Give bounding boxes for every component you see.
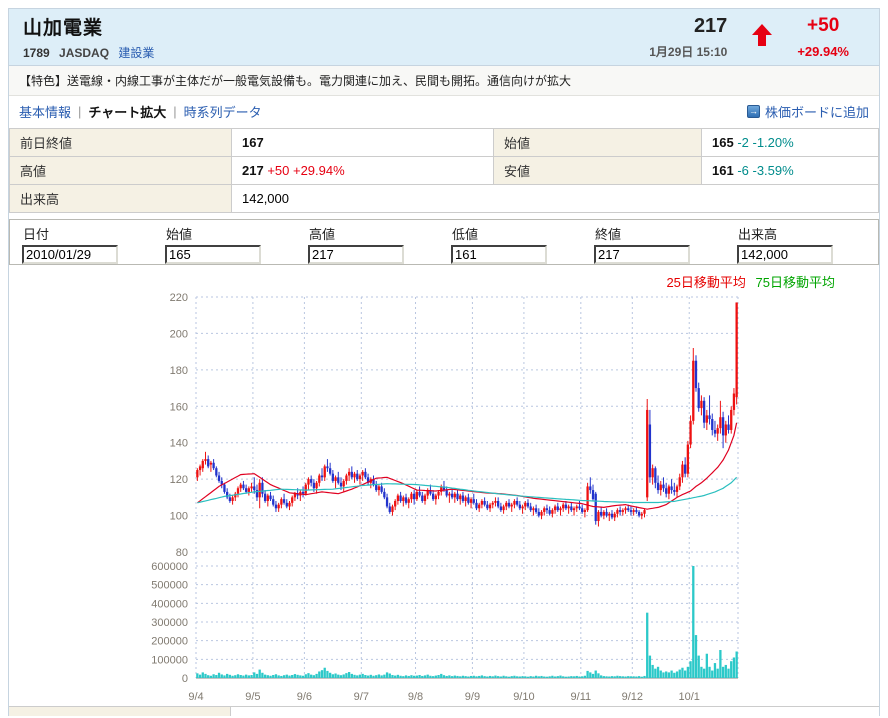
svg-text:9/8: 9/8 — [408, 691, 423, 703]
close-input[interactable] — [594, 245, 690, 264]
candlestick-chart-canvas: 220 200 180 160 140 120 100 80 600000 500000 40000… — [9, 265, 879, 706]
svg-text:9/12: 9/12 — [622, 691, 643, 703]
svg-text:9/4: 9/4 — [188, 691, 203, 703]
price-change: +50 — [797, 15, 849, 37]
high-input[interactable] — [308, 245, 404, 264]
market-name: JASDAQ — [59, 46, 109, 60]
open-input[interactable] — [165, 245, 261, 264]
date-input[interactable] — [22, 245, 118, 264]
svg-text:100000: 100000 — [151, 654, 188, 666]
high-label: 高値 — [10, 157, 232, 185]
up-arrow-icon — [745, 23, 779, 52]
prev-close-value: 167 — [242, 135, 264, 150]
svg-text:500000: 500000 — [151, 580, 188, 592]
table-row: 出来高 142,000 — [10, 185, 879, 213]
svg-text:80: 80 — [176, 547, 188, 559]
tab-chart-expand[interactable]: チャート拡大 — [88, 102, 166, 121]
volume-label: 出来高 — [10, 185, 232, 213]
high-value: 217 — [242, 163, 264, 178]
svg-text:160: 160 — [170, 401, 188, 413]
page-container: 山加電業 1789 JASDAQ 建設業 217 1月29日 15:10 +50… — [8, 8, 880, 716]
svg-text:9/10: 9/10 — [513, 691, 534, 703]
svg-text:200000: 200000 — [151, 636, 188, 648]
svg-text:9/6: 9/6 — [297, 691, 312, 703]
quote-table: 前日終値 167 始値 165 -2 -1.20% 高値 217 +50 +29… — [9, 128, 879, 213]
add-to-board-button[interactable]: → 株価ボードに追加 — [747, 102, 869, 121]
svg-text:140: 140 — [170, 438, 188, 450]
ohlc-entry-strip: 日付 始値 高値 低値 終値 出来高 — [9, 219, 879, 265]
date-column-label: 日付 — [23, 224, 152, 243]
entry-col-date: 日付 — [22, 224, 152, 264]
svg-text:100: 100 — [170, 511, 188, 523]
stock-header: 山加電業 1789 JASDAQ 建設業 217 1月29日 15:10 +50… — [9, 8, 879, 66]
low-change: -6 -3.59% — [734, 163, 794, 178]
svg-text:180: 180 — [170, 365, 188, 377]
open-label: 始値 — [494, 129, 702, 157]
tab-timeseries[interactable]: 時系列データ — [184, 102, 262, 121]
low-value: 161 — [712, 163, 734, 178]
low-column-label: 低値 — [452, 224, 581, 243]
svg-text:220: 220 — [170, 292, 188, 304]
stock-code: 1789 — [23, 46, 50, 60]
volume-input[interactable] — [737, 245, 833, 264]
quote-datetime: 1月29日 15:10 — [649, 43, 727, 60]
open-column-label: 始値 — [166, 224, 295, 243]
low-input[interactable] — [451, 245, 547, 264]
svg-text:9/11: 9/11 — [571, 691, 592, 703]
current-price: 217 — [649, 15, 727, 38]
stock-identity: 山加電業 1789 JASDAQ 建設業 — [23, 13, 649, 61]
low-label: 安値 — [494, 157, 702, 185]
price-change-percent: +29.94% — [797, 44, 849, 59]
add-to-board-label: 株価ボードに追加 — [765, 102, 869, 121]
svg-text:200: 200 — [170, 328, 188, 340]
entry-col-open: 始値 — [165, 224, 295, 264]
entry-col-volume: 出来高 — [737, 224, 867, 264]
entry-col-close: 終値 — [594, 224, 724, 264]
svg-text:400000: 400000 — [151, 598, 188, 610]
tab-separator: | — [173, 104, 176, 119]
stock-chart: 25日移動平均 75日移動平均 220200180160140120100806… — [9, 265, 879, 706]
next-section-label-cell — [9, 707, 231, 716]
volume-value: 142,000 — [232, 185, 879, 213]
stock-name: 山加電業 — [23, 13, 649, 40]
close-column-label: 終値 — [595, 224, 724, 243]
volume-column-label: 出来高 — [738, 224, 867, 243]
open-value: 165 — [712, 135, 734, 150]
svg-text:9/9: 9/9 — [465, 691, 480, 703]
company-feature-text: 【特色】送電線・内線工事が主体だが一般電気設備も。電力関連に加え、民間も開拓。通… — [9, 66, 879, 96]
tab-separator: | — [78, 104, 81, 119]
entry-col-high: 高値 — [308, 224, 438, 264]
svg-text:0: 0 — [182, 673, 188, 685]
next-section-partial — [9, 706, 879, 716]
high-change: +50 +29.94% — [264, 163, 345, 178]
svg-text:9/5: 9/5 — [245, 691, 260, 703]
prev-close-label: 前日終値 — [10, 129, 232, 157]
add-to-board-icon: → — [747, 105, 760, 118]
table-row: 高値 217 +50 +29.94% 安値 161 -6 -3.59% — [10, 157, 879, 185]
svg-text:9/7: 9/7 — [354, 691, 369, 703]
svg-text:600000: 600000 — [151, 561, 188, 573]
industry-link[interactable]: 建設業 — [118, 46, 154, 60]
svg-text:300000: 300000 — [151, 617, 188, 629]
open-change: -2 -1.20% — [734, 135, 794, 150]
svg-text:10/1: 10/1 — [679, 691, 700, 703]
tab-basic-info[interactable]: 基本情報 — [19, 102, 71, 121]
svg-text:120: 120 — [170, 474, 188, 486]
high-column-label: 高値 — [309, 224, 438, 243]
table-row: 前日終値 167 始値 165 -2 -1.20% — [10, 129, 879, 157]
tab-bar: 基本情報 | チャート拡大 | 時系列データ → 株価ボードに追加 — [9, 96, 879, 126]
entry-col-low: 低値 — [451, 224, 581, 264]
